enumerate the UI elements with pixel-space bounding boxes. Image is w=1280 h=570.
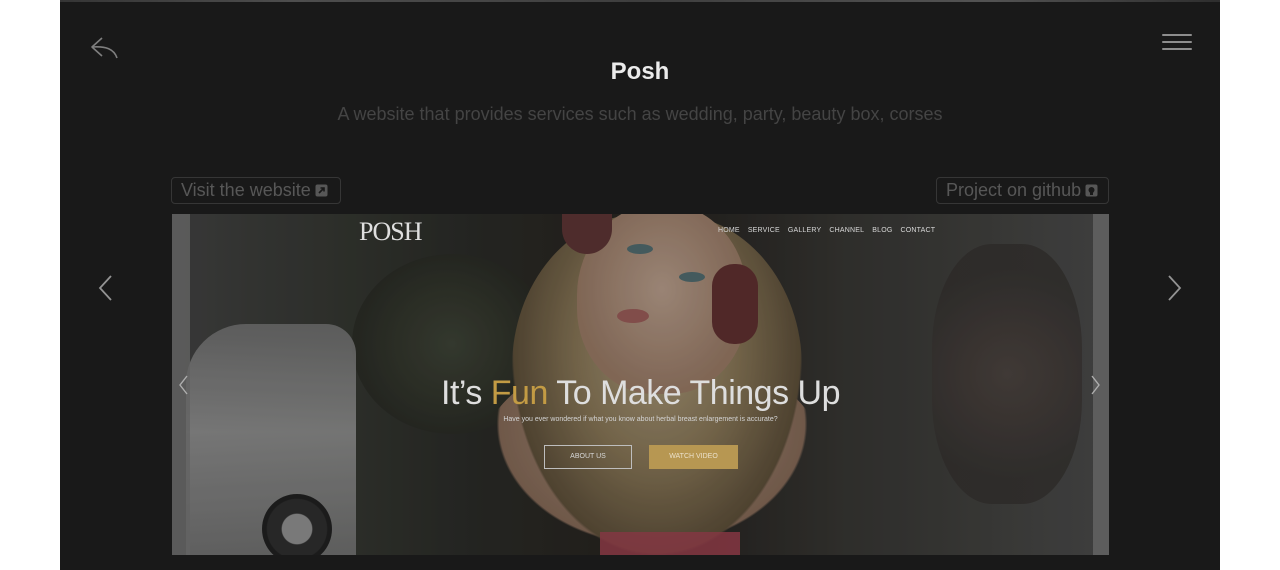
preview-headline: It’s Fun To Make Things Up: [172, 374, 1109, 413]
preview-video-button: WATCH VIDEO: [649, 445, 738, 469]
project-screenshot: POSH HOME SERVICE GALLERY CHANNEL BLOG C…: [172, 214, 1109, 555]
chevron-left-icon[interactable]: [96, 272, 116, 304]
headline-highlight: Fun: [490, 374, 549, 412]
visit-website-label: Visit the website: [181, 180, 311, 200]
preview-nav: HOME SERVICE GALLERY CHANNEL BLOG CONTAC…: [718, 227, 935, 234]
project-title: Posh: [610, 58, 670, 85]
preview-nav-channel: CHANNEL: [829, 227, 865, 234]
github-icon: [1085, 179, 1098, 204]
external-link-icon: [315, 179, 328, 204]
github-project-button[interactable]: Project on github: [936, 177, 1109, 204]
github-project-label: Project on github: [946, 180, 1082, 200]
hamburger-menu-icon[interactable]: [1162, 34, 1192, 56]
project-detail-panel: Posh A website that provides services su…: [60, 0, 1220, 570]
preview-about-button: ABOUT US: [544, 445, 632, 469]
preview-nav-home: HOME: [718, 227, 740, 234]
visit-website-button[interactable]: Visit the website: [171, 177, 341, 204]
reply-arrow-icon[interactable]: [88, 32, 122, 60]
preview-nav-gallery: GALLERY: [787, 227, 822, 234]
headline-text: It’s: [441, 374, 491, 412]
preview-tagline: Have you ever wondered if what you know …: [503, 416, 778, 423]
preview-nav-contact: CONTACT: [900, 227, 936, 234]
preview-nav-service: SERVICE: [747, 227, 780, 234]
project-description: A website that provides services such as…: [337, 104, 943, 124]
headline-text: To Make Things Up: [547, 374, 840, 412]
chevron-right-icon[interactable]: [1164, 272, 1184, 304]
preview-logo: POSH: [359, 217, 422, 246]
preview-nav-blog: BLOG: [872, 227, 893, 234]
top-border: [60, 0, 1220, 2]
